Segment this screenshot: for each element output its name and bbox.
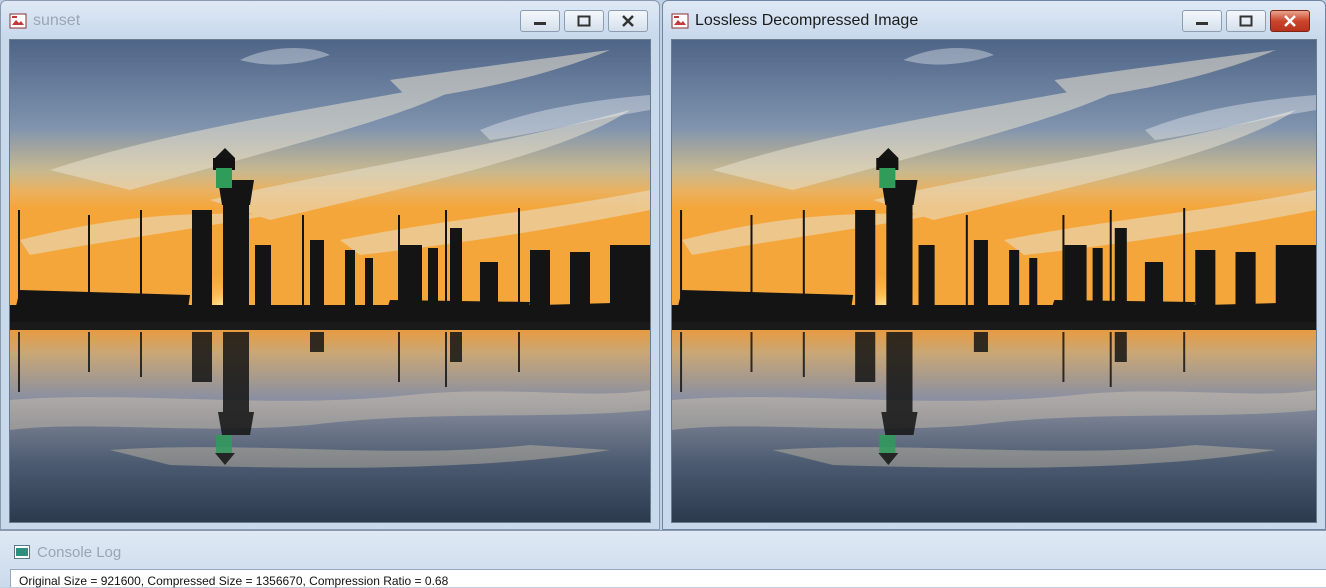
close-button[interactable] [1270, 10, 1310, 32]
title-bar[interactable]: sunset [1, 1, 659, 39]
minimize-icon [1196, 22, 1208, 25]
minimize-button[interactable] [520, 10, 560, 32]
original-image [9, 39, 651, 523]
image-window-decompressed[interactable]: Lossless Decompressed Image [662, 0, 1326, 530]
console-log-window[interactable]: Console Log Original Size = 921600, Comp… [0, 530, 1326, 588]
console-log-line: Original Size = 921600, Compressed Size … [19, 574, 449, 588]
close-icon [622, 15, 634, 27]
console-window-icon [14, 545, 30, 559]
image-window-icon [671, 13, 689, 29]
console-output[interactable]: Original Size = 921600, Compressed Size … [10, 569, 1326, 588]
minimize-icon [534, 22, 546, 25]
decompressed-image [671, 39, 1317, 523]
minimize-button[interactable] [1182, 10, 1222, 32]
title-bar[interactable]: Lossless Decompressed Image [663, 1, 1325, 39]
window-title: sunset [33, 12, 81, 29]
sunset-image [672, 40, 1316, 522]
close-icon [1284, 15, 1296, 27]
maximize-button[interactable] [564, 10, 604, 32]
window-title: Lossless Decompressed Image [695, 12, 919, 29]
image-window-icon [9, 13, 27, 29]
maximize-icon [577, 15, 591, 27]
maximize-button[interactable] [1226, 10, 1266, 32]
image-window-sunset[interactable]: sunset [0, 0, 660, 530]
console-title: Console Log [37, 544, 122, 561]
maximize-icon [1239, 15, 1253, 27]
close-button[interactable] [608, 10, 648, 32]
sunset-image [10, 40, 650, 522]
